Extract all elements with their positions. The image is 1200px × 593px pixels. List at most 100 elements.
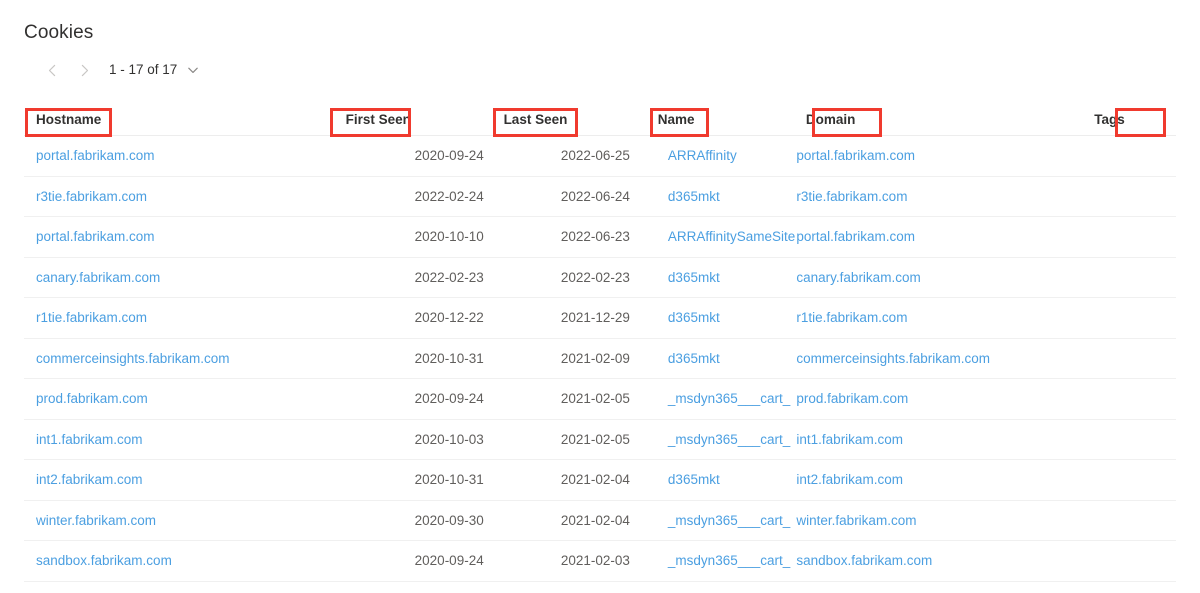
link-domain[interactable]: commerceinsights.fabrikam.com — [796, 351, 990, 366]
link-domain[interactable]: int1.fabrikam.com — [796, 432, 903, 447]
link-name[interactable]: _msdyn365___cart_ — [668, 432, 790, 447]
cell-name[interactable]: ARRAffinity — [638, 148, 796, 163]
cell-name[interactable]: d365mkt — [638, 310, 796, 325]
link-domain[interactable]: sandbox.fabrikam.com — [796, 553, 932, 568]
text-last-seen: 2021-02-05 — [560, 431, 630, 447]
column-header-tags[interactable]: Tags — [1078, 112, 1176, 127]
column-header-first-seen[interactable]: First Seen — [334, 112, 492, 127]
cell-domain[interactable]: prod.fabrikam.com — [796, 391, 1078, 406]
table-row[interactable]: r3tie.fabrikam.com 2022-02-24 2022-06-24 d3… — [24, 177, 1176, 217]
cell-domain[interactable]: r3tie.fabrikam.com — [796, 189, 1078, 204]
cell-name[interactable]: _msdyn365___cart_ — [638, 432, 796, 447]
link-hostname[interactable]: prod.fabrikam.com — [36, 391, 148, 406]
cell-name[interactable]: d365mkt — [638, 472, 796, 487]
table-row[interactable]: winter.fabrikam.com 2020-09-30 2021-02-04 _… — [24, 501, 1176, 541]
cell-name[interactable]: _msdyn365___cart_ — [638, 553, 796, 568]
cell-domain[interactable]: portal.fabrikam.com — [796, 148, 1078, 163]
link-domain[interactable]: r3tie.fabrikam.com — [796, 189, 907, 204]
cell-hostname[interactable]: canary.fabrikam.com — [24, 270, 334, 285]
link-domain[interactable]: winter.fabrikam.com — [796, 513, 916, 528]
sort-descending-icon: ↓ — [573, 113, 580, 127]
table-row[interactable]: int1.fabrikam.com 2020-10-03 2021-02-05 _ms… — [24, 420, 1176, 460]
cell-hostname[interactable]: portal.fabrikam.com — [24, 229, 334, 244]
link-domain[interactable]: int2.fabrikam.com — [796, 472, 903, 487]
link-domain[interactable]: prod.fabrikam.com — [796, 391, 908, 406]
table-row[interactable]: int2.fabrikam.com 2020-10-31 2021-02-04 d36… — [24, 460, 1176, 501]
link-domain[interactable]: canary.fabrikam.com — [796, 270, 920, 285]
link-name[interactable]: _msdyn365___cart_ — [668, 553, 790, 568]
table-row[interactable]: prod.fabrikam.com 2020-09-24 2021-02-05 _ms… — [24, 379, 1176, 420]
cell-hostname[interactable]: sandbox.fabrikam.com — [24, 553, 334, 568]
cell-hostname[interactable]: portal.fabrikam.com — [24, 148, 334, 163]
cell-name[interactable]: _msdyn365___cart_ — [638, 391, 796, 406]
cell-domain[interactable]: commerceinsights.fabrikam.com — [796, 351, 1078, 366]
text-last-seen: 2022-06-23 — [560, 229, 630, 245]
link-hostname[interactable]: commerceinsights.fabrikam.com — [36, 351, 230, 366]
cell-hostname[interactable]: winter.fabrikam.com — [24, 513, 334, 528]
link-name[interactable]: _msdyn365___cart_ — [668, 513, 790, 528]
link-name[interactable]: ARRAffinity — [668, 148, 737, 163]
link-name[interactable]: d365mkt — [668, 189, 720, 204]
cell-name[interactable]: d365mkt — [638, 189, 796, 204]
table-row[interactable]: portal.fabrikam.com 2020-09-24 2022-06-25 A… — [24, 136, 1176, 177]
previous-page-button[interactable] — [36, 54, 68, 86]
link-hostname[interactable]: r1tie.fabrikam.com — [36, 310, 147, 325]
cell-hostname[interactable]: prod.fabrikam.com — [24, 391, 334, 406]
link-name[interactable]: d365mkt — [668, 351, 720, 366]
link-hostname[interactable]: winter.fabrikam.com — [36, 513, 156, 528]
link-hostname[interactable]: r3tie.fabrikam.com — [36, 189, 147, 204]
column-header-name[interactable]: Name — [638, 112, 796, 127]
link-domain[interactable]: r1tie.fabrikam.com — [796, 310, 907, 325]
table-body: portal.fabrikam.com 2020-09-24 2022-06-25 A… — [24, 136, 1176, 582]
link-name[interactable]: d365mkt — [668, 472, 720, 487]
text-last-seen: 2022-06-25 — [560, 148, 630, 164]
table-row[interactable]: commerceinsights.fabrikam.com 2020-10-31 2… — [24, 339, 1176, 379]
table-header-row: Hostname First Seen Last Seen ↓ Name Doma… — [24, 104, 1176, 136]
cell-name[interactable]: ARRAffinitySameSite — [638, 229, 796, 244]
cell-name[interactable]: d365mkt — [638, 270, 796, 285]
cell-domain[interactable]: sandbox.fabrikam.com — [796, 553, 1078, 568]
text-last-seen: 2021-02-05 — [560, 391, 630, 407]
cell-hostname[interactable]: r1tie.fabrikam.com — [24, 310, 334, 325]
link-name[interactable]: d365mkt — [668, 310, 720, 325]
cell-domain[interactable]: int2.fabrikam.com — [796, 472, 1078, 487]
link-hostname[interactable]: canary.fabrikam.com — [36, 270, 160, 285]
link-hostname[interactable]: int2.fabrikam.com — [36, 472, 143, 487]
cell-hostname[interactable]: commerceinsights.fabrikam.com — [24, 351, 334, 366]
cell-last-seen: 2021-02-05 — [492, 391, 638, 406]
cell-last-seen: 2021-02-04 — [492, 513, 638, 528]
next-page-button[interactable] — [68, 54, 100, 86]
link-domain[interactable]: portal.fabrikam.com — [796, 148, 915, 163]
cell-domain[interactable]: winter.fabrikam.com — [796, 513, 1078, 528]
column-header-domain[interactable]: Domain — [796, 112, 1078, 127]
cell-name[interactable]: _msdyn365___cart_ — [638, 513, 796, 528]
chevron-down-icon[interactable] — [186, 63, 200, 77]
cell-domain[interactable]: canary.fabrikam.com — [796, 270, 1078, 285]
page-title: Cookies — [24, 22, 94, 43]
link-hostname[interactable]: portal.fabrikam.com — [36, 229, 155, 244]
cell-hostname[interactable]: int1.fabrikam.com — [24, 432, 334, 447]
cell-last-seen: 2021-02-03 — [492, 553, 638, 568]
link-domain[interactable]: portal.fabrikam.com — [796, 229, 915, 244]
column-header-domain-label: Domain — [805, 112, 856, 127]
column-header-last-seen[interactable]: Last Seen ↓ — [492, 112, 638, 127]
link-hostname[interactable]: portal.fabrikam.com — [36, 148, 155, 163]
text-last-seen: 2021-02-09 — [560, 350, 630, 366]
link-hostname[interactable]: int1.fabrikam.com — [36, 432, 143, 447]
cell-last-seen: 2021-02-05 — [492, 432, 638, 447]
table-row[interactable]: sandbox.fabrikam.com 2020-09-24 2021-02-03… — [24, 541, 1176, 582]
link-name[interactable]: ARRAffinitySameSite — [668, 229, 795, 244]
cell-domain[interactable]: int1.fabrikam.com — [796, 432, 1078, 447]
table-row[interactable]: canary.fabrikam.com 2022-02-23 2022-02-23 d… — [24, 258, 1176, 298]
cell-hostname[interactable]: int2.fabrikam.com — [24, 472, 334, 487]
link-name[interactable]: d365mkt — [668, 270, 720, 285]
cell-name[interactable]: d365mkt — [638, 351, 796, 366]
table-row[interactable]: r1tie.fabrikam.com 2020-12-22 2021-12-29 d3… — [24, 298, 1176, 339]
column-header-hostname[interactable]: Hostname — [24, 112, 334, 127]
cell-hostname[interactable]: r3tie.fabrikam.com — [24, 189, 334, 204]
link-hostname[interactable]: sandbox.fabrikam.com — [36, 553, 172, 568]
link-name[interactable]: _msdyn365___cart_ — [668, 391, 790, 406]
cell-domain[interactable]: portal.fabrikam.com — [796, 229, 1078, 244]
cell-domain[interactable]: r1tie.fabrikam.com — [796, 310, 1078, 325]
table-row[interactable]: portal.fabrikam.com 2020-10-10 2022-06-23 A… — [24, 217, 1176, 258]
